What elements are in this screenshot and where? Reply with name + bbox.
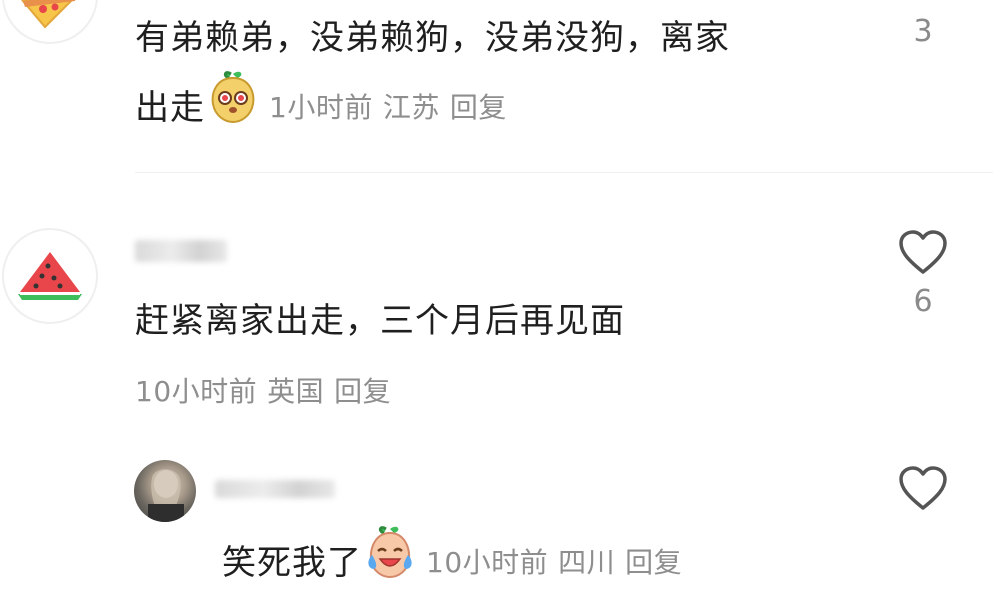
reply1-reply-button[interactable]: 回复 <box>625 546 682 579</box>
comment-list: 有弟赖弟，没弟赖狗，没弟没狗，离家 出走 1小时前 江苏 回复 3 赶紧离家出走… <box>0 0 993 605</box>
comment1-time: 1小时前 <box>269 90 373 124</box>
reply1-username[interactable] <box>215 480 335 498</box>
comment1-text-line2: 出走 1小时前 江苏 回复 <box>135 68 507 147</box>
comment-divider <box>135 172 993 173</box>
comment2-avatar[interactable] <box>2 228 98 324</box>
pizza-icon <box>21 0 76 29</box>
watermelon-icon <box>18 252 82 300</box>
comment2-reply-button[interactable]: 回复 <box>334 375 391 408</box>
user-photo-avatar <box>148 469 184 522</box>
comment2-location: 英国 <box>267 375 325 408</box>
laughing-crying-emoji <box>364 523 416 602</box>
comment2-text: 赶紧离家出走，三个月后再见面 <box>135 301 625 341</box>
reply1-text: 笑死我了 <box>222 542 362 583</box>
comment1-like-count: 3 <box>913 14 933 49</box>
heart-outline-icon[interactable] <box>898 230 948 276</box>
comment2-username[interactable] <box>135 240 227 262</box>
comment1-reply-button[interactable]: 回复 <box>450 91 507 124</box>
reply1-avatar[interactable] <box>134 460 196 522</box>
comment1-text-line2-label: 出走 <box>135 87 205 128</box>
comment2-like-count: 6 <box>913 284 933 319</box>
comment1-text-line1: 有弟赖弟，没弟赖狗，没弟没狗，离家 <box>135 18 730 58</box>
comment2-meta: 10小时前 英国 回复 <box>135 372 391 412</box>
comment1-location: 江苏 <box>382 90 440 124</box>
pear-face-emoji <box>207 68 259 147</box>
comment1-like[interactable]: 3 <box>888 0 958 49</box>
reply1-text-row: 笑死我了 10小时前 四川 回复 <box>222 523 682 602</box>
comment1-meta: 1小时前 江苏 回复 <box>269 74 507 142</box>
reply1-meta: 10小时前 四川 回复 <box>426 529 682 597</box>
comment2-like[interactable]: 6 <box>888 230 958 319</box>
reply1-like[interactable] <box>888 466 958 512</box>
reply1-time: 10小时前 <box>426 545 549 579</box>
comment2-time: 10小时前 <box>135 375 258 408</box>
reply1-location: 四川 <box>558 545 616 579</box>
comment1-avatar[interactable] <box>2 0 98 44</box>
heart-outline-icon[interactable] <box>898 466 948 512</box>
